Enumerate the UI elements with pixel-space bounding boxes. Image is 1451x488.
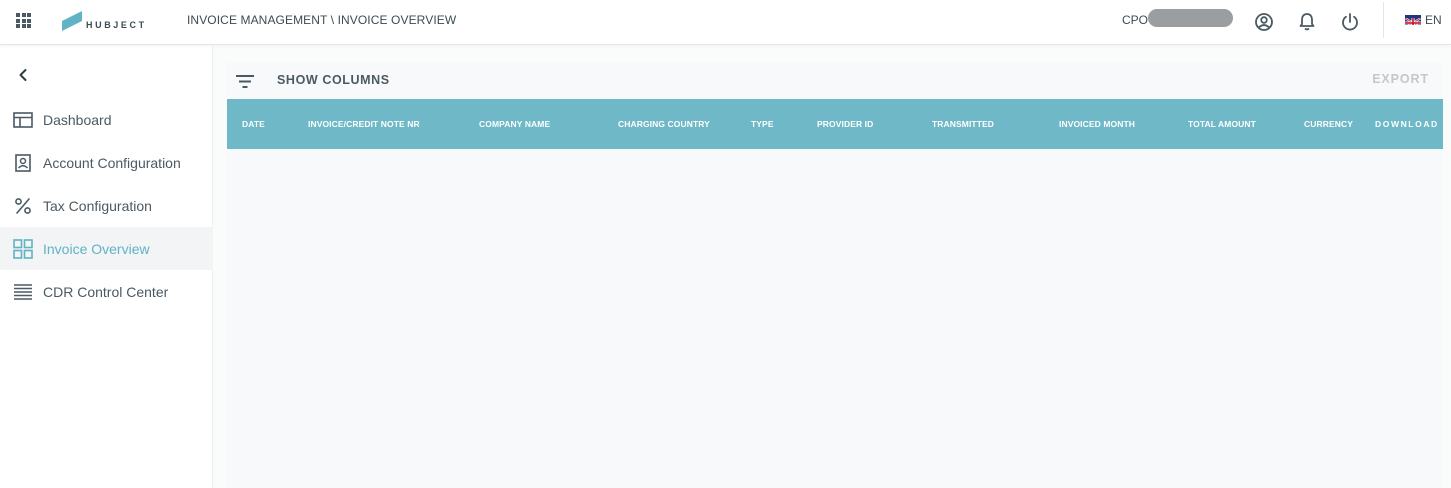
sidebar-item-label: Dashboard	[43, 111, 112, 128]
sidebar-item-label: CDR Control Center	[43, 283, 169, 300]
table-header-row: DATE INVOICE/CREDIT NOTE NR COMPANY NAME…	[227, 99, 1443, 149]
column-header-invoice-credit-note-nr[interactable]: INVOICE/CREDIT NOTE NR	[308, 119, 420, 129]
dashboard-icon	[13, 110, 33, 130]
sidebar-item-cdr-control-center[interactable]: CDR Control Center	[0, 270, 213, 313]
column-header-date[interactable]: DATE	[242, 119, 265, 129]
percent-icon	[13, 196, 33, 216]
column-header-download[interactable]: DOWNLOAD	[1375, 119, 1439, 129]
main-area: SHOW COLUMNS EXPORT DATE INVOICE/CREDIT …	[213, 46, 1451, 488]
header-divider	[1383, 2, 1384, 38]
language-label: EN	[1425, 13, 1442, 27]
uk-flag-icon	[1405, 15, 1421, 25]
filter-icon[interactable]	[235, 74, 255, 90]
sidebar: Dashboard Account Configuration Tax Conf…	[0, 46, 213, 488]
column-header-type[interactable]: TYPE	[751, 119, 774, 129]
hubject-logo[interactable]: HUBJECT	[62, 7, 147, 31]
sidebar-item-account-configuration[interactable]: Account Configuration	[0, 141, 213, 184]
column-header-company-name[interactable]: COMPANY NAME	[479, 119, 550, 129]
cpo-name-redacted[interactable]	[1148, 9, 1233, 27]
power-logout-icon[interactable]	[1339, 11, 1361, 33]
column-header-charging-country[interactable]: CHARGING COUNTRY	[618, 119, 710, 129]
column-header-invoiced-month[interactable]: INVOICED MONTH	[1059, 119, 1135, 129]
invoice-table-panel: SHOW COLUMNS EXPORT DATE INVOICE/CREDIT …	[227, 62, 1443, 488]
top-header: HUBJECT INVOICE MANAGEMENT \ INVOICE OVE…	[0, 0, 1451, 45]
sidebar-item-label: Invoice Overview	[43, 240, 150, 257]
list-icon	[13, 282, 33, 302]
export-button[interactable]: EXPORT	[1372, 72, 1429, 86]
sidebar-item-label: Account Configuration	[43, 154, 181, 171]
sidebar-item-dashboard[interactable]: Dashboard	[0, 98, 213, 141]
user-profile-icon[interactable]	[1253, 11, 1275, 33]
sidebar-item-tax-configuration[interactable]: Tax Configuration	[0, 184, 213, 227]
cpo-label: CPO	[1122, 13, 1149, 27]
logo-text: HUBJECT	[86, 20, 147, 30]
chevron-left-icon	[19, 69, 27, 81]
column-header-currency[interactable]: CURRENCY	[1304, 119, 1353, 129]
grid-icon	[13, 238, 33, 259]
breadcrumb: INVOICE MANAGEMENT \ INVOICE OVERVIEW	[187, 13, 457, 27]
sidebar-item-label: Tax Configuration	[43, 197, 152, 214]
account-config-icon	[13, 153, 33, 173]
hubject-logo-icon	[62, 11, 82, 31]
column-header-total-amount[interactable]: TOTAL AMOUNT	[1188, 119, 1256, 129]
show-columns-button[interactable]: SHOW COLUMNS	[277, 73, 390, 87]
table-toolbar: SHOW COLUMNS EXPORT	[227, 62, 1443, 99]
column-header-transmitted[interactable]: TRANSMITTED	[932, 119, 994, 129]
sidebar-item-invoice-overview[interactable]: Invoice Overview	[0, 227, 213, 270]
apps-grid-icon[interactable]	[16, 13, 31, 28]
sidebar-nav: Dashboard Account Configuration Tax Conf…	[0, 98, 213, 313]
language-selector[interactable]: EN	[1405, 13, 1442, 27]
column-header-provider-id[interactable]: PROVIDER ID	[817, 119, 873, 129]
collapse-sidebar-button[interactable]	[14, 66, 32, 84]
notifications-bell-icon[interactable]	[1296, 11, 1318, 33]
